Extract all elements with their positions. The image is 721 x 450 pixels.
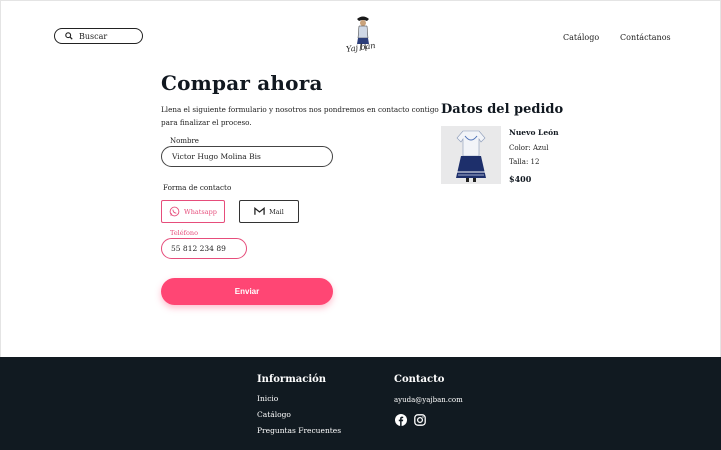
phone-label: Teléfono [170,229,199,237]
facebook-icon[interactable] [395,414,407,426]
product-size: Talla: 12 [509,158,540,166]
search-input[interactable]: Buscar [54,28,143,44]
search-icon [65,32,73,40]
footer-link-faq[interactable]: Preguntas Frecuentes [257,426,341,435]
footer-link-home[interactable]: Inicio [257,394,278,403]
product-color: Color: Azul [509,144,549,152]
search-placeholder: Buscar [79,31,108,41]
order-title: Datos del pedido [441,102,564,117]
whatsapp-label: Whatsapp [184,207,217,216]
footer-email[interactable]: ayuda@yajban.com [394,396,463,404]
name-field[interactable]: Victor Hugo Molina Bis [161,146,333,167]
whatsapp-button[interactable]: Whatsapp [161,200,225,223]
submit-button[interactable]: Enviar [161,278,333,305]
form-intro: Llena el siguiente formulario y nosotros… [161,105,439,127]
name-label: Nombre [170,137,199,145]
nav-contact[interactable]: Contáctanos [620,33,671,42]
instagram-icon[interactable] [414,414,426,426]
phone-field[interactable]: 55 812 234 89 [161,238,247,259]
mail-icon [254,207,265,215]
product-price: $400 [509,174,532,184]
footer-info-title: Información [257,374,327,385]
product-image [441,126,501,184]
whatsapp-icon [169,206,180,217]
product-name: Nuevo León [509,128,559,137]
mail-button[interactable]: Mail [239,200,299,223]
contact-method-label: Forma de contacto [163,183,232,192]
mail-label: Mail [269,207,284,216]
footer-contact-title: Contacto [394,374,445,385]
nav-catalog[interactable]: Catálogo [563,33,599,42]
footer-link-catalog[interactable]: Catálogo [257,410,291,419]
footer: Información Inicio Catálogo Preguntas Fr… [0,357,721,450]
page-title: Compar ahora [161,71,323,95]
